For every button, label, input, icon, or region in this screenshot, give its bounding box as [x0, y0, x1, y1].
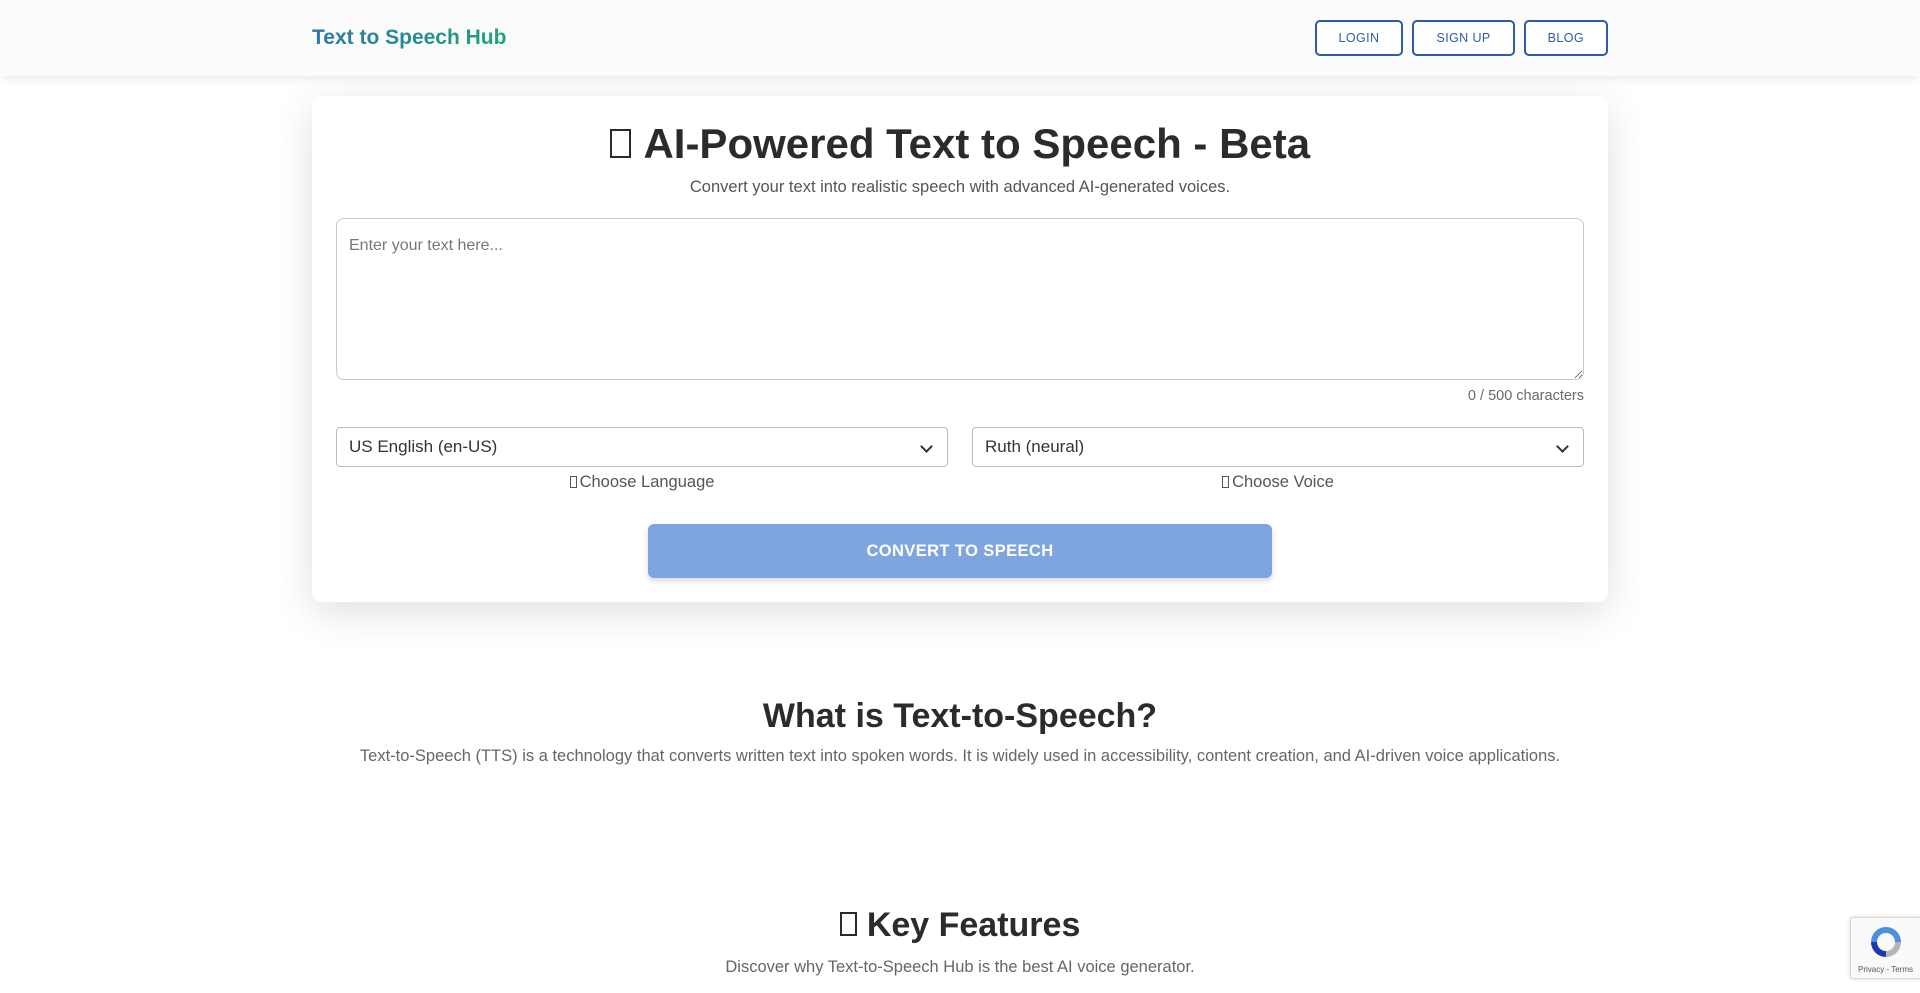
- text-input[interactable]: [336, 218, 1584, 380]
- key-features-title: Key Features: [0, 903, 1920, 947]
- voice-select[interactable]: Ruth (neural): [972, 427, 1584, 467]
- voice-select-value: Ruth (neural): [985, 437, 1085, 456]
- missing-glyph-icon: [1222, 476, 1230, 488]
- brand-logo-link[interactable]: Text to Speech Hub: [312, 24, 506, 52]
- chevron-down-icon: [1556, 440, 1569, 453]
- voice-select-group: Ruth (neural) Choose Voice: [972, 427, 1584, 492]
- language-select-group: US English (en-US) Choose Language: [336, 427, 948, 492]
- converter-title-text: AI-Powered Text to Speech - Beta: [643, 120, 1311, 167]
- missing-glyph-icon: [839, 912, 857, 936]
- recaptcha-links[interactable]: Privacy - Terms: [1851, 965, 1920, 974]
- site-header: Text to Speech Hub LOGIN SIGN UP BLOG: [0, 0, 1920, 76]
- top-nav: LOGIN SIGN UP BLOG: [1314, 20, 1608, 56]
- language-select-value: US English (en-US): [349, 437, 498, 456]
- chevron-down-icon: [920, 440, 933, 453]
- voice-select-label: Choose Voice: [972, 473, 1584, 492]
- blog-button[interactable]: BLOG: [1523, 20, 1608, 56]
- what-is-tts-description: Text-to-Speech (TTS) is a technology tha…: [359, 747, 1561, 765]
- key-features-title-text: Key Features: [866, 906, 1081, 944]
- voice-label-text: Choose Voice: [1232, 473, 1334, 491]
- character-counter: 0 / 500 characters: [1467, 388, 1584, 404]
- converter-card: AI-Powered Text to Speech - Beta Convert…: [312, 96, 1608, 602]
- recaptcha-logo-icon: [1871, 927, 1901, 957]
- language-label-text: Choose Language: [579, 473, 715, 491]
- key-features-description: Discover why Text-to-Speech Hub is the b…: [725, 958, 1195, 976]
- recaptcha-badge[interactable]: Privacy - Terms: [1850, 917, 1920, 979]
- converter-subtitle: Convert your text into realistic speech …: [689, 178, 1231, 196]
- language-select-label: Choose Language: [336, 473, 948, 492]
- converter-title: AI-Powered Text to Speech - Beta: [312, 118, 1608, 170]
- language-select[interactable]: US English (en-US): [336, 427, 948, 467]
- login-button[interactable]: LOGIN: [1314, 20, 1404, 56]
- signup-button[interactable]: SIGN UP: [1412, 20, 1515, 56]
- convert-to-speech-button[interactable]: CONVERT TO SPEECH: [648, 524, 1272, 578]
- what-is-tts-title: What is Text-to-Speech?: [762, 697, 1158, 735]
- missing-glyph-icon: [569, 476, 577, 488]
- missing-glyph-icon: [609, 128, 631, 158]
